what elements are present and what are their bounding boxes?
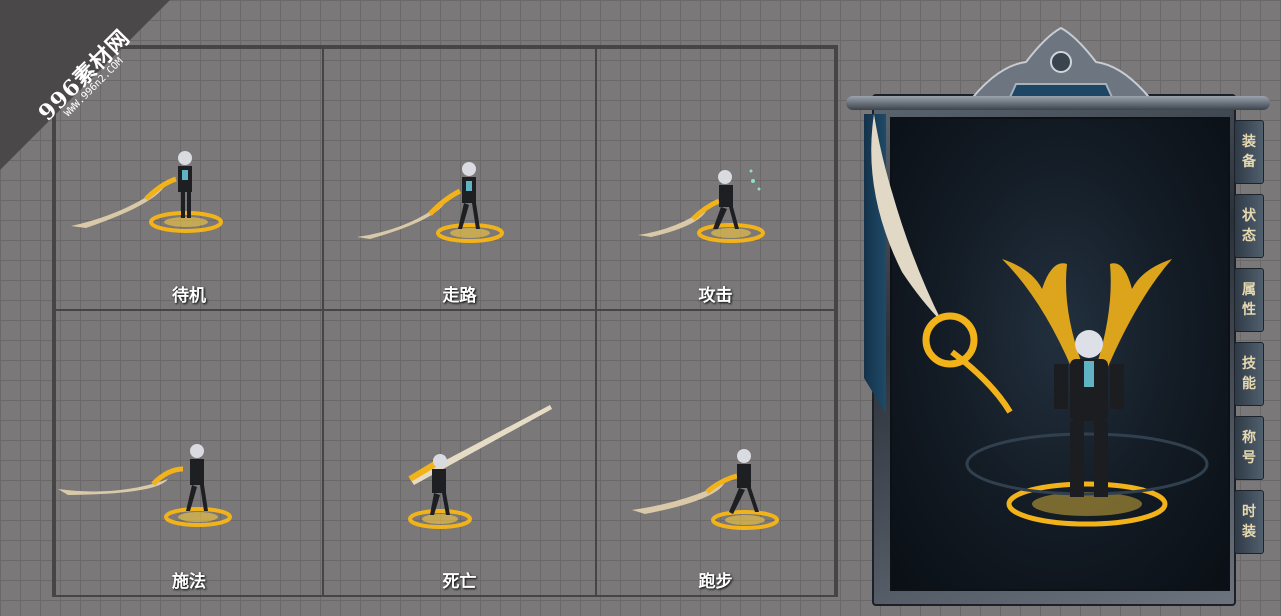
tab-equipment[interactable]: 装备 <box>1234 120 1264 184</box>
animation-cell-run[interactable]: 跑步 <box>595 309 836 597</box>
animation-label: 待机 <box>172 286 206 306</box>
character-panel: 装备 状态 属性 技能 称号 时装 <box>846 22 1271 608</box>
animation-cell-death[interactable]: 死亡 <box>322 309 597 597</box>
animation-label: 走路 <box>442 286 477 306</box>
animation-label: 施法 <box>172 572 206 592</box>
character-sprite-death <box>408 405 552 529</box>
character-sprite-walk <box>357 162 504 243</box>
tab-attributes[interactable]: 属性 <box>1234 268 1264 332</box>
animation-cell-walk[interactable]: 走路 <box>322 47 597 311</box>
animation-label: 攻击 <box>698 286 733 306</box>
watermark: 996素材网 WWW.996n2.COM <box>0 0 170 170</box>
animation-label: 死亡 <box>442 572 477 592</box>
weapon-blade <box>871 114 1013 414</box>
character-sprite-run <box>632 449 779 530</box>
tab-titles[interactable]: 称号 <box>1234 416 1264 480</box>
animation-label: 跑步 <box>698 572 733 592</box>
tab-skills[interactable]: 技能 <box>1234 342 1264 406</box>
animation-cell-cast[interactable]: 施法 <box>54 309 324 597</box>
animation-cell-attack[interactable]: 攻击 <box>595 47 836 311</box>
panel-tabs: 装备 状态 属性 技能 称号 时装 <box>1234 120 1264 564</box>
panel-top-rod <box>846 96 1270 110</box>
character-sprite-cast <box>58 444 232 527</box>
character-sprite-attack <box>638 169 765 243</box>
tab-fashion[interactable]: 时装 <box>1234 490 1264 554</box>
tab-status[interactable]: 状态 <box>1234 194 1264 258</box>
